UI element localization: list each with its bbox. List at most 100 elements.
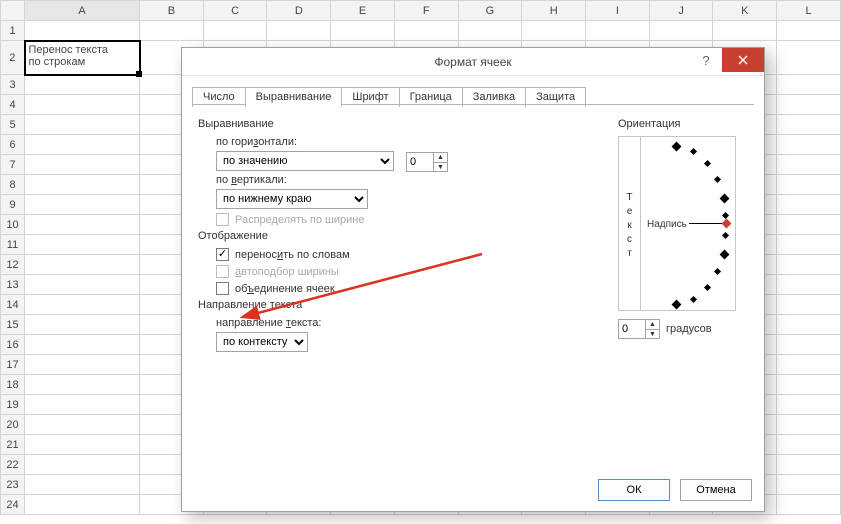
cell[interactable]	[25, 215, 140, 235]
cell[interactable]	[25, 155, 140, 175]
col-header-J[interactable]: J	[649, 1, 713, 21]
cell[interactable]	[777, 75, 841, 95]
cell[interactable]	[25, 475, 140, 495]
cell[interactable]	[777, 295, 841, 315]
cell[interactable]	[25, 135, 140, 155]
cell[interactable]	[203, 21, 267, 41]
row-header[interactable]: 8	[1, 175, 25, 195]
cell[interactable]	[267, 21, 331, 41]
cell[interactable]	[586, 21, 650, 41]
degrees-down-icon[interactable]: ▼	[645, 329, 659, 338]
row-header[interactable]: 1	[1, 21, 25, 41]
cell[interactable]	[25, 115, 140, 135]
cell[interactable]	[777, 275, 841, 295]
cell[interactable]	[458, 21, 522, 41]
row-header[interactable]: 13	[1, 275, 25, 295]
row-header[interactable]: 7	[1, 155, 25, 175]
dialog-titlebar[interactable]: Формат ячеек ?	[182, 48, 764, 76]
row-header[interactable]: 17	[1, 355, 25, 375]
cell[interactable]	[25, 295, 140, 315]
row-header[interactable]: 14	[1, 295, 25, 315]
cell[interactable]	[25, 435, 140, 455]
col-header-B[interactable]: B	[140, 1, 204, 21]
cell[interactable]	[25, 315, 140, 335]
row-header[interactable]: 11	[1, 235, 25, 255]
cell[interactable]	[777, 175, 841, 195]
degrees-spinner[interactable]: ▲ ▼	[618, 319, 660, 339]
cell[interactable]	[25, 175, 140, 195]
row-header[interactable]: 6	[1, 135, 25, 155]
cell[interactable]	[777, 375, 841, 395]
row-header[interactable]: 19	[1, 395, 25, 415]
row-header[interactable]: 21	[1, 435, 25, 455]
cell[interactable]	[25, 275, 140, 295]
vertical-text-button[interactable]: Т е к с т	[619, 137, 641, 310]
degrees-input[interactable]	[619, 320, 645, 338]
cell[interactable]	[25, 255, 140, 275]
cell[interactable]	[777, 315, 841, 335]
cell[interactable]	[777, 215, 841, 235]
fill-handle[interactable]	[136, 71, 142, 77]
cell[interactable]	[777, 435, 841, 455]
cell[interactable]	[777, 475, 841, 495]
indent-input[interactable]	[407, 153, 433, 171]
row-header[interactable]: 20	[1, 415, 25, 435]
col-header-G[interactable]: G	[458, 1, 522, 21]
cell[interactable]	[140, 21, 204, 41]
cell[interactable]	[777, 115, 841, 135]
cell[interactable]	[777, 355, 841, 375]
cell[interactable]	[777, 155, 841, 175]
indent-spinner[interactable]: ▲ ▼	[406, 152, 448, 172]
merge-cells-checkbox[interactable]	[216, 282, 229, 295]
row-header[interactable]: 15	[1, 315, 25, 335]
cell[interactable]	[394, 21, 458, 41]
row-header[interactable]: 2	[1, 41, 25, 75]
wrap-text-checkbox[interactable]	[216, 248, 229, 261]
col-header-D[interactable]: D	[267, 1, 331, 21]
cell[interactable]	[25, 95, 140, 115]
cell[interactable]	[331, 21, 395, 41]
cell[interactable]	[25, 235, 140, 255]
indent-down-icon[interactable]: ▼	[433, 162, 447, 171]
row-header[interactable]: 16	[1, 335, 25, 355]
row-header[interactable]: 3	[1, 75, 25, 95]
row-header[interactable]: 9	[1, 195, 25, 215]
cell[interactable]	[777, 21, 841, 41]
cell[interactable]	[25, 355, 140, 375]
cell[interactable]	[777, 495, 841, 515]
col-header-I[interactable]: I	[586, 1, 650, 21]
horizontal-align-select[interactable]: по значению	[216, 151, 394, 171]
orientation-arc[interactable]: Надпись	[641, 137, 735, 310]
cell[interactable]	[522, 21, 586, 41]
cell[interactable]	[25, 455, 140, 475]
cell[interactable]	[25, 495, 140, 515]
cell[interactable]	[25, 335, 140, 355]
cell[interactable]	[25, 21, 140, 41]
degrees-up-icon[interactable]: ▲	[645, 320, 659, 329]
col-header-E[interactable]: E	[331, 1, 395, 21]
cell[interactable]	[777, 255, 841, 275]
cancel-button[interactable]: Отмена	[680, 479, 752, 501]
close-button[interactable]	[722, 48, 764, 72]
row-header[interactable]: 18	[1, 375, 25, 395]
cell[interactable]	[777, 41, 841, 75]
col-header-K[interactable]: K	[713, 1, 777, 21]
cell[interactable]	[777, 195, 841, 215]
row-header[interactable]: 24	[1, 495, 25, 515]
cell[interactable]	[649, 21, 713, 41]
cell[interactable]	[25, 195, 140, 215]
vertical-align-select[interactable]: по нижнему краю	[216, 189, 368, 209]
cell[interactable]	[25, 395, 140, 415]
cell[interactable]	[25, 75, 140, 95]
cell[interactable]	[777, 95, 841, 115]
cell[interactable]	[777, 135, 841, 155]
col-header-H[interactable]: H	[522, 1, 586, 21]
ok-button[interactable]: ОК	[598, 479, 670, 501]
row-header[interactable]: 12	[1, 255, 25, 275]
row-header[interactable]: 10	[1, 215, 25, 235]
indent-up-icon[interactable]: ▲	[433, 153, 447, 162]
orientation-control[interactable]: Т е к с т	[618, 136, 736, 311]
col-header-A[interactable]: A	[25, 1, 140, 21]
tab-alignment[interactable]: Выравнивание	[245, 87, 343, 107]
cell[interactable]	[713, 21, 777, 41]
